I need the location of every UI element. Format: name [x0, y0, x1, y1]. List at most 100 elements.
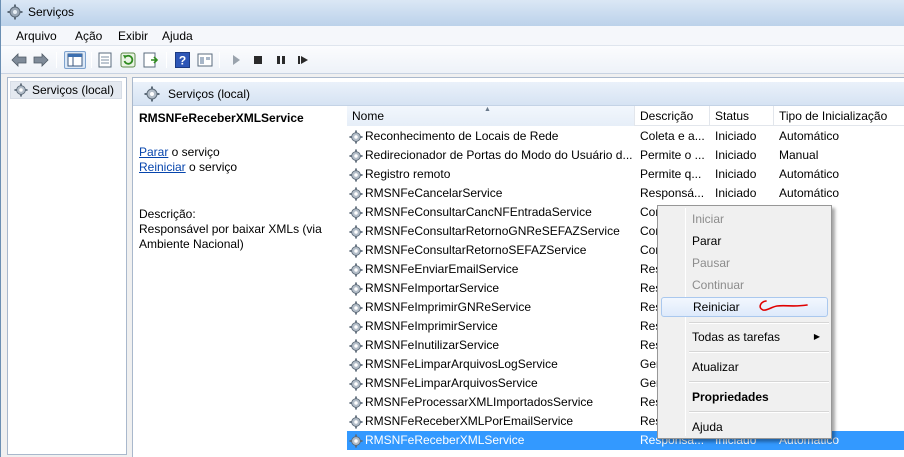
service-gear-icon — [349, 243, 363, 258]
service-startup-type: Automático — [779, 129, 840, 143]
stop-icon[interactable] — [249, 51, 267, 69]
menu-ajuda[interactable]: Ajuda — [162, 29, 193, 43]
console-tree: Serviços (local) — [7, 77, 127, 455]
service-name-cell: Reconhecimento de Locais de Rede — [349, 127, 637, 146]
service-name: RMSNFeImprimirGNReService — [365, 300, 532, 314]
selected-service-name: RMSNFeReceberXMLService — [139, 111, 304, 125]
menu-item-properties[interactable]: Propriedades — [661, 387, 828, 407]
table-row[interactable]: Registro remoto Permite q... Iniciado Autom… — [347, 165, 904, 184]
service-name: RMSNFeProcessarXMLImportadosService — [365, 395, 594, 409]
menu-item-all-tasks[interactable]: Todas as tarefas ▶ — [661, 327, 828, 347]
service-name-cell: Registro remoto — [349, 165, 637, 184]
toolbar-separator — [219, 52, 220, 68]
toolbar-separator — [166, 52, 167, 68]
menu-exibir[interactable]: Exibir — [118, 29, 148, 43]
tree-item-services-local[interactable]: Serviços (local) — [10, 81, 122, 99]
title-bar: Serviços — [1, 0, 904, 26]
column-header-name[interactable]: Nome — [347, 106, 635, 126]
menu-item-resume[interactable]: Continuar — [661, 275, 828, 295]
toolbar-separator — [91, 52, 92, 68]
properties-sheet-icon[interactable] — [96, 51, 114, 69]
service-name-cell: RMSNFeConsultarCancNFEntradaService — [349, 203, 637, 222]
menu-separator — [689, 411, 829, 413]
description-label: Descrição: — [139, 207, 196, 221]
back-arrow-icon[interactable] — [10, 51, 28, 69]
stop-service-line: Parar o serviço — [139, 145, 220, 159]
menu-item-all-tasks-label: Todas as tarefas — [692, 330, 781, 344]
menu-separator — [689, 351, 829, 353]
service-name-cell: RMSNFeImportarService — [349, 279, 637, 298]
service-name: RMSNFeLimparArquivosService — [365, 376, 538, 390]
service-name-cell: RMSNFeInutilizarService — [349, 336, 637, 355]
forward-arrow-icon[interactable] — [32, 51, 50, 69]
service-name: RMSNFeEnviarEmailService — [365, 262, 519, 276]
menu-item-pause[interactable]: Pausar — [661, 253, 828, 273]
service-description: Responsá... — [640, 186, 705, 200]
tree-item-label: Serviços (local) — [32, 83, 115, 97]
service-gear-icon — [349, 357, 363, 372]
service-name-cell: Redirecionador de Portas do Modo do Usuá… — [349, 146, 637, 165]
menu-item-start[interactable]: Iniciar — [661, 209, 828, 229]
service-name-cell: RMSNFeLimparArquivosLogService — [349, 355, 637, 374]
service-name: RMSNFeCancelarService — [365, 186, 503, 200]
service-name: RMSNFeImportarService — [365, 281, 500, 295]
service-gear-icon — [349, 167, 363, 182]
table-row[interactable]: Redirecionador de Portas do Modo do Usuá… — [347, 146, 904, 165]
restart-service-link[interactable]: Reiniciar — [139, 160, 186, 174]
restart-service-suffix: o serviço — [185, 160, 238, 174]
play-icon[interactable] — [227, 51, 245, 69]
description-text: Responsável por baixar XMLs (via Ambient… — [139, 222, 322, 251]
toolbar: ? — [1, 46, 904, 74]
menu-item-stop[interactable]: Parar — [661, 231, 828, 251]
service-status: Iniciado — [715, 186, 757, 200]
service-gear-icon — [349, 224, 363, 239]
export-list-icon[interactable] — [142, 51, 160, 69]
menu-separator — [689, 322, 829, 324]
sort-ascending-icon: ▲ — [484, 106, 491, 113]
service-name-cell: RMSNFeImprimirService — [349, 317, 637, 336]
console-tree-icon[interactable] — [64, 51, 86, 69]
menu-separator — [689, 381, 829, 383]
services-gear-icon — [14, 83, 28, 97]
menu-item-help[interactable]: Ajuda — [661, 417, 828, 437]
restart-service-line: Reiniciar o serviço — [139, 160, 237, 174]
menu-arquivo[interactable]: Arquivo — [16, 29, 57, 43]
table-row[interactable]: RMSNFeCancelarService Responsá... Iniciado… — [347, 184, 904, 203]
table-row[interactable]: Reconhecimento de Locais de Rede Coleta e… — [347, 127, 904, 146]
help-icon[interactable]: ? — [173, 51, 191, 69]
column-header-description[interactable]: Descrição — [635, 106, 710, 126]
red-annotation-scribble — [759, 300, 808, 311]
refresh-icon[interactable] — [119, 51, 137, 69]
service-name-cell: RMSNFeEnviarEmailService — [349, 260, 637, 279]
service-name: RMSNFeImprimirService — [365, 319, 498, 333]
service-name: Registro remoto — [365, 167, 451, 181]
column-header-status[interactable]: Status — [710, 106, 774, 126]
toolbar-separator — [56, 52, 57, 68]
service-name-cell: RMSNFeProcessarXMLImportadosService — [349, 393, 637, 412]
service-name: RMSNFeConsultarRetornoGNReSEFAZService — [365, 224, 620, 238]
service-status: Iniciado — [715, 129, 757, 143]
service-gear-icon — [349, 129, 363, 144]
pause-icon[interactable] — [272, 51, 290, 69]
menu-acao[interactable]: Ação — [75, 29, 102, 43]
services-window: Serviços Arquivo Ação Exibir Ajuda ? Ser… — [0, 0, 904, 457]
services-gear-icon — [7, 4, 23, 20]
menu-bar: Arquivo Ação Exibir Ajuda — [1, 26, 904, 46]
service-name-cell: RMSNFeCancelarService — [349, 184, 637, 203]
service-gear-icon — [349, 300, 363, 315]
panel-header: Serviços (local) — [133, 82, 904, 106]
panel-title: Serviços (local) — [168, 87, 251, 101]
service-gear-icon — [349, 205, 363, 220]
window-title: Serviços — [28, 5, 75, 19]
service-gear-icon — [349, 148, 363, 163]
menu-item-refresh[interactable]: Atualizar — [661, 357, 828, 377]
stop-service-link[interactable]: Parar — [139, 145, 168, 159]
service-gear-icon — [349, 395, 363, 410]
restart-icon[interactable] — [294, 51, 312, 69]
service-name: RMSNFeConsultarRetornoSEFAZService — [365, 243, 587, 257]
view-icon[interactable] — [196, 51, 214, 69]
service-name: Reconhecimento de Locais de Rede — [365, 129, 559, 143]
service-name-cell: RMSNFeReceberXMLPorEmailService — [349, 412, 637, 431]
service-gear-icon — [349, 186, 363, 201]
column-header-startup-type[interactable]: Tipo de Inicialização — [774, 106, 904, 126]
